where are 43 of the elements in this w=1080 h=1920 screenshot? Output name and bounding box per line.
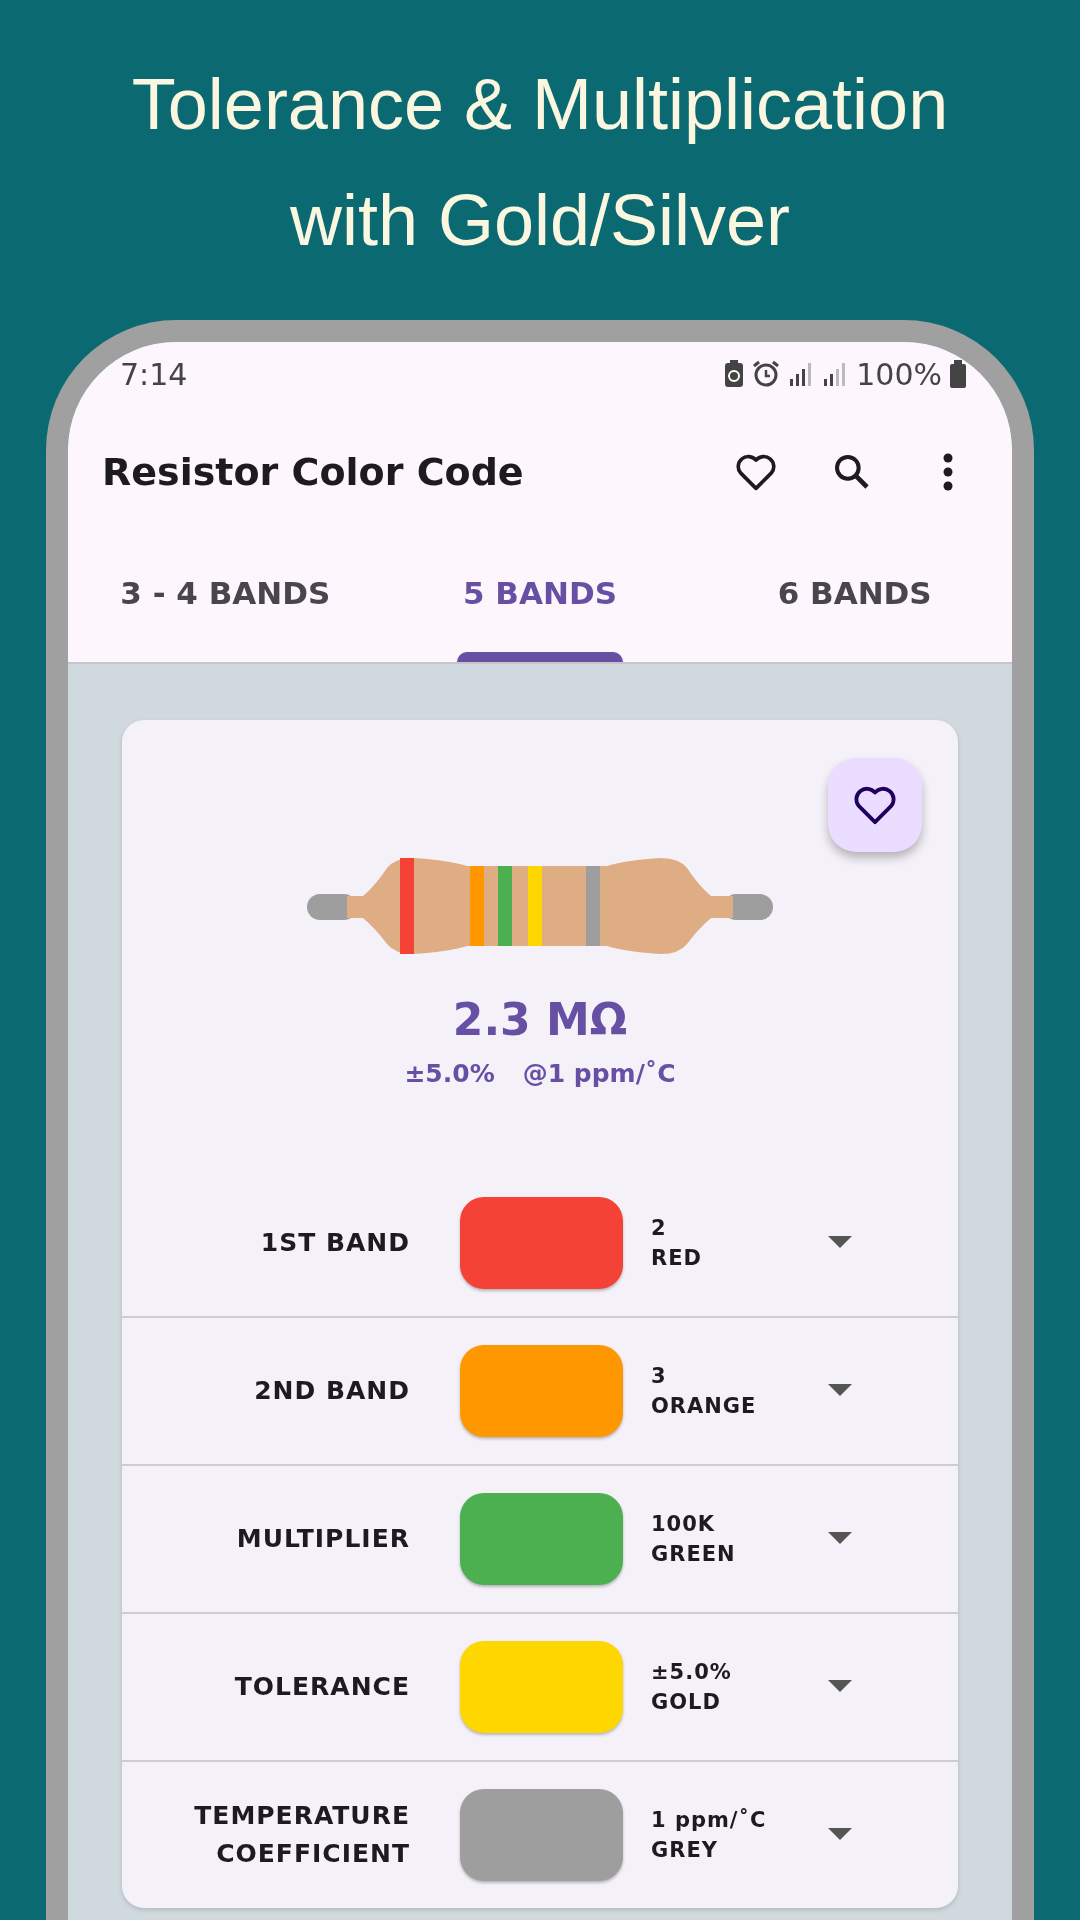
app-title: Resistor Color Code [102,450,525,494]
color-name: RED [651,1246,703,1270]
alarm-icon [752,360,781,388]
color-name: ORANGE [651,1394,758,1418]
band-value: 1 ppm/˚C [651,1808,768,1832]
band-value: 2 [651,1216,668,1240]
tab[interactable]: 6 BANDS [697,538,1012,662]
dropdown-caret-icon[interactable] [828,1384,852,1398]
color-name: GOLD [651,1690,722,1714]
band-label: 2ND BAND [253,1375,410,1407]
more-icon [942,452,954,492]
heart-icon [734,452,778,492]
battery-icon [950,360,966,388]
battery-percent: 100% [856,356,942,392]
band-label: TEMPERATURE COEFFICIENT [193,1800,410,1870]
band-value: 3 [651,1364,668,1388]
band-label: TOLERANCE [233,1671,410,1703]
headline: with Gold/Silver [289,179,791,262]
favorite-button[interactable] [828,758,922,852]
temperature-value: @1 ppm/˚C [522,1059,676,1088]
color-swatch[interactable] [460,1345,623,1437]
battery-saver-icon [724,360,745,388]
dropdown-caret-icon[interactable] [828,1236,852,1250]
color-swatch[interactable] [460,1641,623,1733]
dropdown-caret-icon[interactable] [828,1532,852,1546]
color-swatch[interactable] [460,1789,623,1881]
color-swatch[interactable] [460,1493,623,1585]
dropdown-caret-icon[interactable] [828,1680,852,1694]
dropdown-caret-icon[interactable] [828,1828,852,1842]
heart-icon [852,784,898,826]
headline: Tolerance & Multiplication [131,63,949,146]
color-swatch[interactable] [460,1197,623,1289]
band-label: MULTIPLIER [235,1523,410,1555]
color-name: GREEN [651,1542,737,1566]
tab[interactable]: 3 - 4 BANDS [68,538,383,662]
resistance-value: 2.3 MΩ [451,994,629,1045]
color-name: GREY [651,1838,719,1862]
band-value: ±5.0% [651,1660,733,1684]
tab[interactable]: 5 BANDS [382,538,698,662]
status-time: 7:14 [120,356,189,392]
tolerance-value: ±5.0% [404,1059,495,1088]
band-value: 100K [651,1512,717,1536]
band-label: 1ST BAND [259,1227,410,1259]
